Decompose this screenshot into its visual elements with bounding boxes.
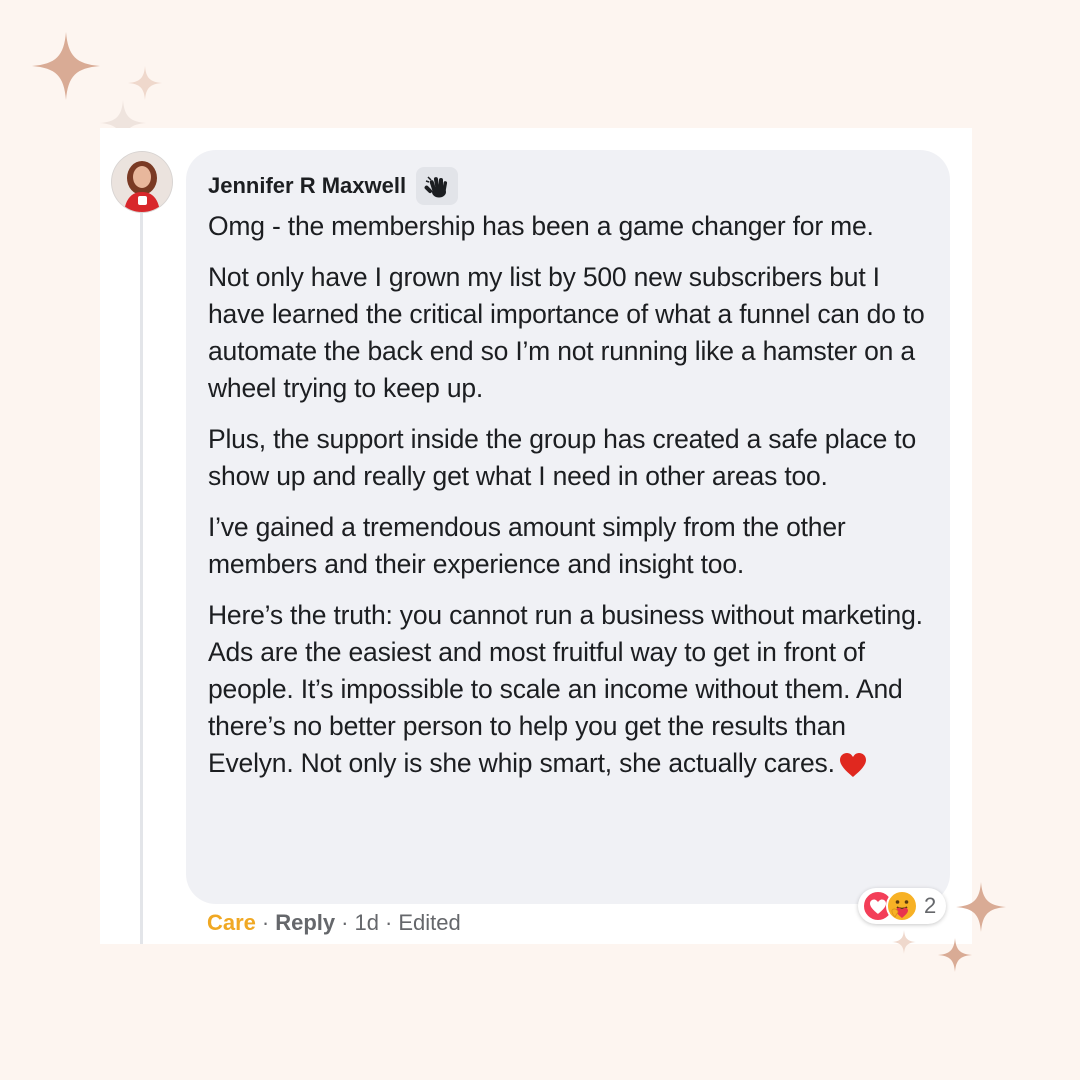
- comment-paragraph-2: Not only have I grown my list by 500 new…: [208, 262, 925, 403]
- reaction-summary[interactable]: 2: [858, 888, 947, 924]
- separator: ·: [261, 910, 270, 935]
- small-sparkle-icon: [938, 938, 972, 972]
- author-name[interactable]: Jennifer R Maxwell: [208, 173, 406, 199]
- separator: ·: [384, 910, 393, 935]
- comment-paragraph-3: Plus, the support inside the group has c…: [208, 424, 916, 491]
- comment-paragraph-1: Omg - the membership has been a game cha…: [208, 211, 874, 241]
- red-heart-icon: [839, 751, 867, 788]
- separator: ·: [341, 910, 349, 935]
- comment-paragraph-5-text: Here’s the truth: you cannot run a busin…: [208, 600, 923, 778]
- edited-label[interactable]: Edited: [398, 910, 460, 936]
- large-sparkle-icon: [956, 882, 1006, 932]
- reply-button[interactable]: Reply: [275, 910, 335, 936]
- reaction-count: 2: [924, 893, 937, 918]
- author-row: Jennifer R Maxwell: [208, 166, 930, 206]
- avatar-photo: [112, 152, 172, 212]
- comment-paragraph-4: I’ve gained a tremendous amount simply f…: [208, 512, 846, 579]
- comment-card: Jennifer R Maxwell Omg - the membership …: [100, 128, 972, 944]
- thread-line: [140, 200, 143, 944]
- timestamp[interactable]: 1d: [355, 910, 379, 936]
- care-button[interactable]: Care: [207, 910, 256, 936]
- care-reaction-icon: [886, 890, 918, 922]
- waving-hand-icon[interactable]: [416, 167, 459, 205]
- large-sparkle-icon: [32, 32, 100, 100]
- comment-paragraph-5: Here’s the truth: you cannot run a busin…: [208, 597, 930, 788]
- comment-actions: Care · Reply · 1d · Edited: [207, 906, 461, 940]
- small-sparkle-icon: [128, 66, 162, 100]
- comment-bubble: Jennifer R Maxwell Omg - the membership …: [186, 150, 950, 904]
- small-sparkle-icon: [892, 930, 916, 954]
- avatar[interactable]: [112, 152, 172, 212]
